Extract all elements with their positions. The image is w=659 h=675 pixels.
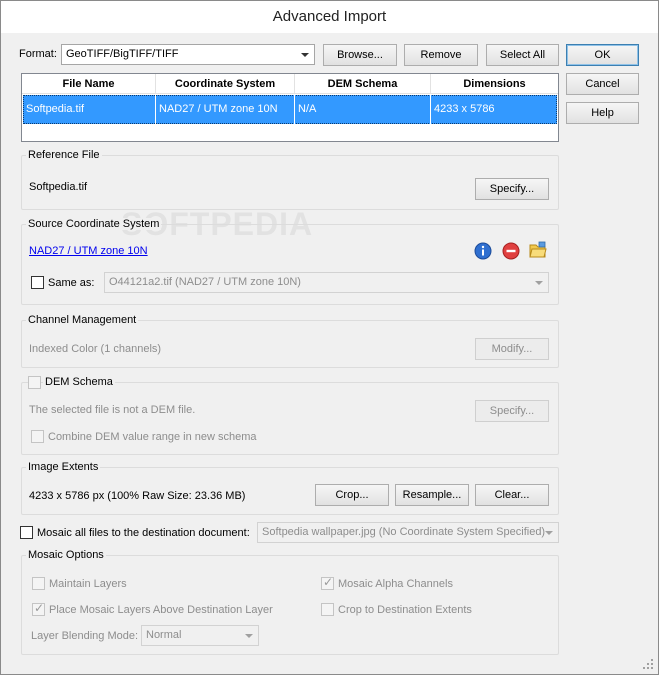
mosaic-all-checkbox[interactable]	[20, 526, 33, 539]
dem-specify-button[interactable]: Specify...	[475, 400, 549, 422]
checkmark-icon: ✓	[323, 575, 334, 589]
chevron-down-icon	[535, 281, 543, 285]
image-extents-title: Image Extents	[26, 461, 101, 473]
ok-button[interactable]: OK	[566, 44, 639, 66]
column-header-dem-schema[interactable]: DEM Schema	[295, 74, 431, 94]
column-header-coordinate-system[interactable]: Coordinate System	[156, 74, 295, 94]
resize-grip-icon[interactable]	[642, 658, 654, 670]
alpha-channels-checkbox[interactable]: ✓	[321, 575, 334, 590]
remove-button[interactable]: Remove	[404, 44, 478, 66]
resample-button[interactable]: Resample...	[395, 484, 469, 506]
crop-destination-label: Crop to Destination Extents	[338, 604, 472, 616]
maintain-layers-label: Maintain Layers	[49, 578, 127, 590]
channel-management-title: Channel Management	[26, 314, 139, 326]
image-extents-info: 4233 x 5786 px (100% Raw Size: 23.36 MB)	[29, 490, 246, 502]
source-coordinate-system-title: Source Coordinate System	[26, 218, 162, 230]
reference-file-name: Softpedia.tif	[29, 181, 88, 193]
reference-file-title: Reference File	[26, 149, 102, 161]
combine-dem-checkbox[interactable]	[31, 430, 44, 443]
window-title: Advanced Import	[1, 1, 658, 33]
same-as-label: Same as:	[48, 277, 95, 289]
format-select[interactable]: GeoTIFF/BigTIFF/TIFF	[61, 44, 315, 65]
same-as-select[interactable]: O44121a2.tif (NAD27 / UTM zone 10N)	[104, 272, 549, 293]
reference-specify-button[interactable]: Specify...	[475, 178, 549, 200]
crop-destination-checkbox[interactable]	[321, 603, 334, 616]
mosaic-destination-value: Softpedia wallpaper.jpg (No Coordinate S…	[262, 526, 546, 538]
place-above-checkbox[interactable]: ✓	[32, 601, 45, 616]
dem-info: The selected file is not a DEM file.	[29, 404, 196, 416]
same-as-checkbox[interactable]	[31, 276, 44, 289]
select-all-button[interactable]: Select All	[486, 44, 559, 66]
file-table[interactable]: File Name Coordinate System DEM Schema D…	[21, 73, 559, 142]
chevron-down-icon	[545, 531, 553, 535]
table-cell-coordinate-system: NAD27 / UTM zone 10N	[156, 95, 295, 124]
format-label: Format:	[19, 48, 57, 60]
crop-button[interactable]: Crop...	[315, 484, 389, 506]
column-header-file-name[interactable]: File Name	[22, 74, 156, 94]
blend-mode-value: Normal	[146, 629, 182, 641]
same-as-select-value: O44121a2.tif (NAD27 / UTM zone 10N)	[109, 276, 301, 288]
modify-button[interactable]: Modify...	[475, 338, 549, 360]
cancel-button[interactable]: Cancel	[566, 73, 639, 95]
chevron-down-icon	[301, 53, 309, 57]
info-icon[interactable]	[473, 241, 493, 261]
table-cell-dem-schema: N/A	[295, 95, 431, 124]
column-header-dimensions[interactable]: Dimensions	[431, 74, 558, 94]
remove-circle-icon[interactable]	[501, 241, 521, 261]
help-button[interactable]: Help	[566, 102, 639, 124]
chevron-down-icon	[245, 634, 253, 638]
dem-schema-checkbox[interactable]	[28, 376, 41, 389]
maintain-layers-checkbox[interactable]	[32, 577, 45, 590]
table-cell-dimensions: 4233 x 5786	[434, 103, 495, 115]
browse-button[interactable]: Browse...	[323, 44, 397, 66]
clear-button[interactable]: Clear...	[475, 484, 549, 506]
dem-schema-title: DEM Schema	[43, 376, 115, 388]
advanced-import-dialog: Advanced Import SOFTPEDIA Format: GeoTIF…	[0, 0, 659, 675]
mosaic-all-label: Mosaic all files to the destination docu…	[37, 527, 250, 539]
blend-mode-label: Layer Blending Mode:	[31, 630, 139, 642]
mosaic-options-title: Mosaic Options	[26, 549, 106, 561]
combine-dem-label: Combine DEM value range in new schema	[48, 431, 257, 443]
format-select-value: GeoTIFF/BigTIFF/TIFF	[66, 48, 179, 60]
mosaic-destination-select[interactable]: Softpedia wallpaper.jpg (No Coordinate S…	[257, 522, 559, 543]
checkmark-icon: ✓	[34, 601, 45, 615]
alpha-channels-label: Mosaic Alpha Channels	[338, 578, 453, 590]
folder-open-icon[interactable]	[528, 240, 548, 260]
channel-info: Indexed Color (1 channels)	[29, 343, 162, 355]
place-above-label: Place Mosaic Layers Above Destination La…	[49, 604, 273, 616]
coordinate-system-link[interactable]: NAD27 / UTM zone 10N	[29, 245, 148, 257]
blend-mode-select[interactable]: Normal	[141, 625, 259, 646]
table-cell-file-name: Softpedia.tif	[23, 95, 156, 124]
